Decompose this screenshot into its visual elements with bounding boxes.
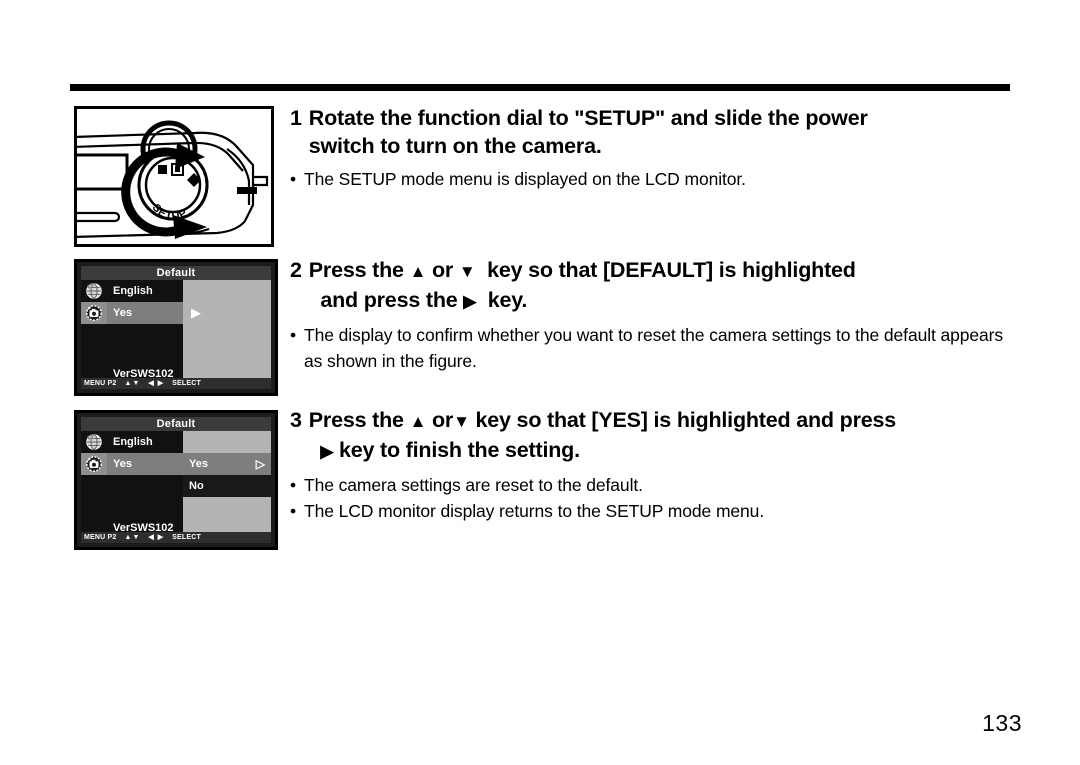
lcd-screen-step3: Default English Yes VerSWS102 Yes ▷ No M…	[74, 410, 278, 550]
lcd-menu-column: English Yes VerSWS102	[107, 280, 183, 381]
rotation-arrow-head-bottom	[173, 215, 207, 239]
bullet-marker: •	[290, 501, 297, 521]
up-arrow-icon: ▲	[409, 262, 427, 281]
bullet-marker: •	[290, 169, 297, 189]
camera-reset-icon	[86, 456, 102, 472]
bullet-item: • The camera settings are reset to the d…	[290, 472, 1020, 498]
lcd-icon-column	[81, 431, 107, 535]
lcd-right-row-yes-label: Yes	[189, 458, 208, 470]
bullet-item: • The display to confirm whether you wan…	[290, 322, 1020, 374]
bullet-text: The SETUP mode menu is displayed on the …	[304, 169, 746, 189]
camera-illustration: SETUP	[74, 106, 274, 247]
down-arrow-icon: ▼	[453, 412, 470, 431]
lcd-title: Default	[81, 417, 271, 431]
bullet-item: • The LCD monitor display returns to the…	[290, 498, 1020, 524]
lcd-row-language[interactable]: English	[107, 280, 183, 302]
lcd-status-vertical-keys-icon: ▲▼	[124, 534, 141, 541]
lcd-status-select: SELECT	[172, 534, 201, 541]
right-arrow-icon: ▶	[320, 442, 334, 461]
up-arrow-icon: ▲	[409, 412, 427, 431]
bullet-text: The display to confirm whether you want …	[304, 325, 1004, 371]
lcd-right-panel: Yes ▷ No	[183, 431, 271, 535]
bullet-marker: •	[290, 475, 297, 495]
step-1-heading-line1: Rotate the function dial to "SETUP" and …	[308, 106, 868, 130]
lcd-status-menu: MENU P2	[84, 380, 117, 387]
step-2-number: 2	[290, 258, 302, 282]
lcd-right-row-no[interactable]: No	[183, 475, 271, 497]
step-2-heading: 2 Press the ▲ or ▼ key so that [DEFAULT]…	[290, 256, 1020, 316]
lcd-right-row-no-label: No	[189, 480, 204, 492]
lcd-status-select: SELECT	[172, 380, 201, 387]
camera-dial-drawing: SETUP	[77, 120, 269, 239]
step-2-heading-line2-a: and press the	[320, 288, 458, 312]
step-2: 2 Press the ▲ or ▼ key so that [DEFAULT]…	[290, 256, 1020, 374]
figure-column: SETUP Default	[74, 106, 278, 550]
header-rule	[70, 84, 1010, 91]
step-3-heading-text-a: Press the	[308, 408, 404, 432]
lcd-status-bar: MENU P2 ▲▼ ◀ ▶ SELECT	[81, 532, 271, 543]
lcd-status-horizontal-keys-icon: ◀ ▶	[148, 380, 165, 387]
step-1: 1 Rotate the function dial to "SETUP" an…	[290, 104, 1020, 192]
lcd-right-row-yes-arrow-icon: ▷	[255, 457, 265, 471]
step-2-heading-text-b: key so that [DEFAULT] is highlighted	[487, 258, 856, 282]
lcd-right-row-yes[interactable]: Yes ▷	[183, 453, 271, 475]
lcd-icon-cell-language[interactable]	[81, 280, 107, 302]
step-3-heading-text-b: key so that [YES] is highlighted and pre…	[475, 408, 897, 432]
step-3-bullets: • The camera settings are reset to the d…	[290, 472, 1020, 524]
bullet-item: • The SETUP mode menu is displayed on th…	[290, 166, 1020, 192]
step-3-number: 3	[290, 408, 302, 432]
lcd-menu-column: English Yes VerSWS102	[107, 431, 183, 535]
step-2-bullets: • The display to confirm whether you wan…	[290, 322, 1020, 374]
page-number: 133	[982, 710, 1022, 736]
lcd-status-vertical-keys-icon: ▲▼	[124, 380, 141, 387]
down-arrow-icon: ▼	[458, 262, 476, 281]
lcd-right-panel: ▶	[183, 280, 271, 381]
lcd-status-menu: MENU P2	[84, 534, 117, 541]
lcd-right-row-empty	[183, 431, 271, 453]
lcd-status-bar: MENU P2 ▲▼ ◀ ▶ SELECT	[81, 378, 271, 389]
language-globe-icon	[86, 434, 102, 450]
lcd-icon-cell-language[interactable]	[81, 431, 107, 453]
lcd-title: Default	[81, 266, 271, 280]
step-2-heading-line2-b: key.	[487, 288, 528, 312]
lcd-row-default-yes[interactable]: Yes	[107, 453, 183, 475]
lcd-screen-step2: Default English Yes VerSWS102 ▶ MENU P2 …	[74, 259, 278, 396]
step-3-heading: 3 Press the ▲ or▼ key so that [YES] is h…	[290, 406, 1020, 466]
bullet-text: The camera settings are reset to the def…	[304, 475, 643, 495]
step-1-bullets: • The SETUP mode menu is displayed on th…	[290, 166, 1020, 192]
manual-page: SETUP Default	[0, 0, 1080, 765]
lcd-status-horizontal-keys-icon: ◀ ▶	[148, 534, 165, 541]
lcd-body: English Yes VerSWS102 ▶	[81, 280, 271, 381]
step-3: 3 Press the ▲ or▼ key so that [YES] is h…	[290, 406, 1020, 524]
lcd-body: English Yes VerSWS102 Yes ▷ No	[81, 431, 271, 535]
lcd-icon-cell-reset[interactable]	[81, 453, 107, 475]
lcd-row-default-yes[interactable]: Yes	[107, 302, 183, 324]
camera-reset-icon	[86, 305, 102, 321]
bullet-text: The LCD monitor display returns to the S…	[304, 501, 765, 521]
lcd-right-arrow-icon: ▶	[191, 305, 201, 320]
step-2-heading-or: or	[431, 258, 454, 282]
step-1-number: 1	[290, 106, 302, 130]
lcd-icon-column	[81, 280, 107, 381]
step-3-heading-or: or	[431, 408, 454, 432]
step-1-heading: 1 Rotate the function dial to "SETUP" an…	[290, 104, 1020, 160]
lcd-icon-cell-reset[interactable]	[81, 302, 107, 324]
lcd-row-language[interactable]: English	[107, 431, 183, 453]
bullet-marker: •	[290, 325, 297, 345]
step-2-heading-text-a: Press the	[308, 258, 404, 282]
step-1-heading-line2: switch to turn on the camera.	[308, 134, 602, 158]
step-3-heading-line2-b: key to finish the setting.	[338, 438, 580, 462]
language-globe-icon	[86, 283, 102, 299]
right-arrow-icon: ▶	[463, 292, 477, 311]
